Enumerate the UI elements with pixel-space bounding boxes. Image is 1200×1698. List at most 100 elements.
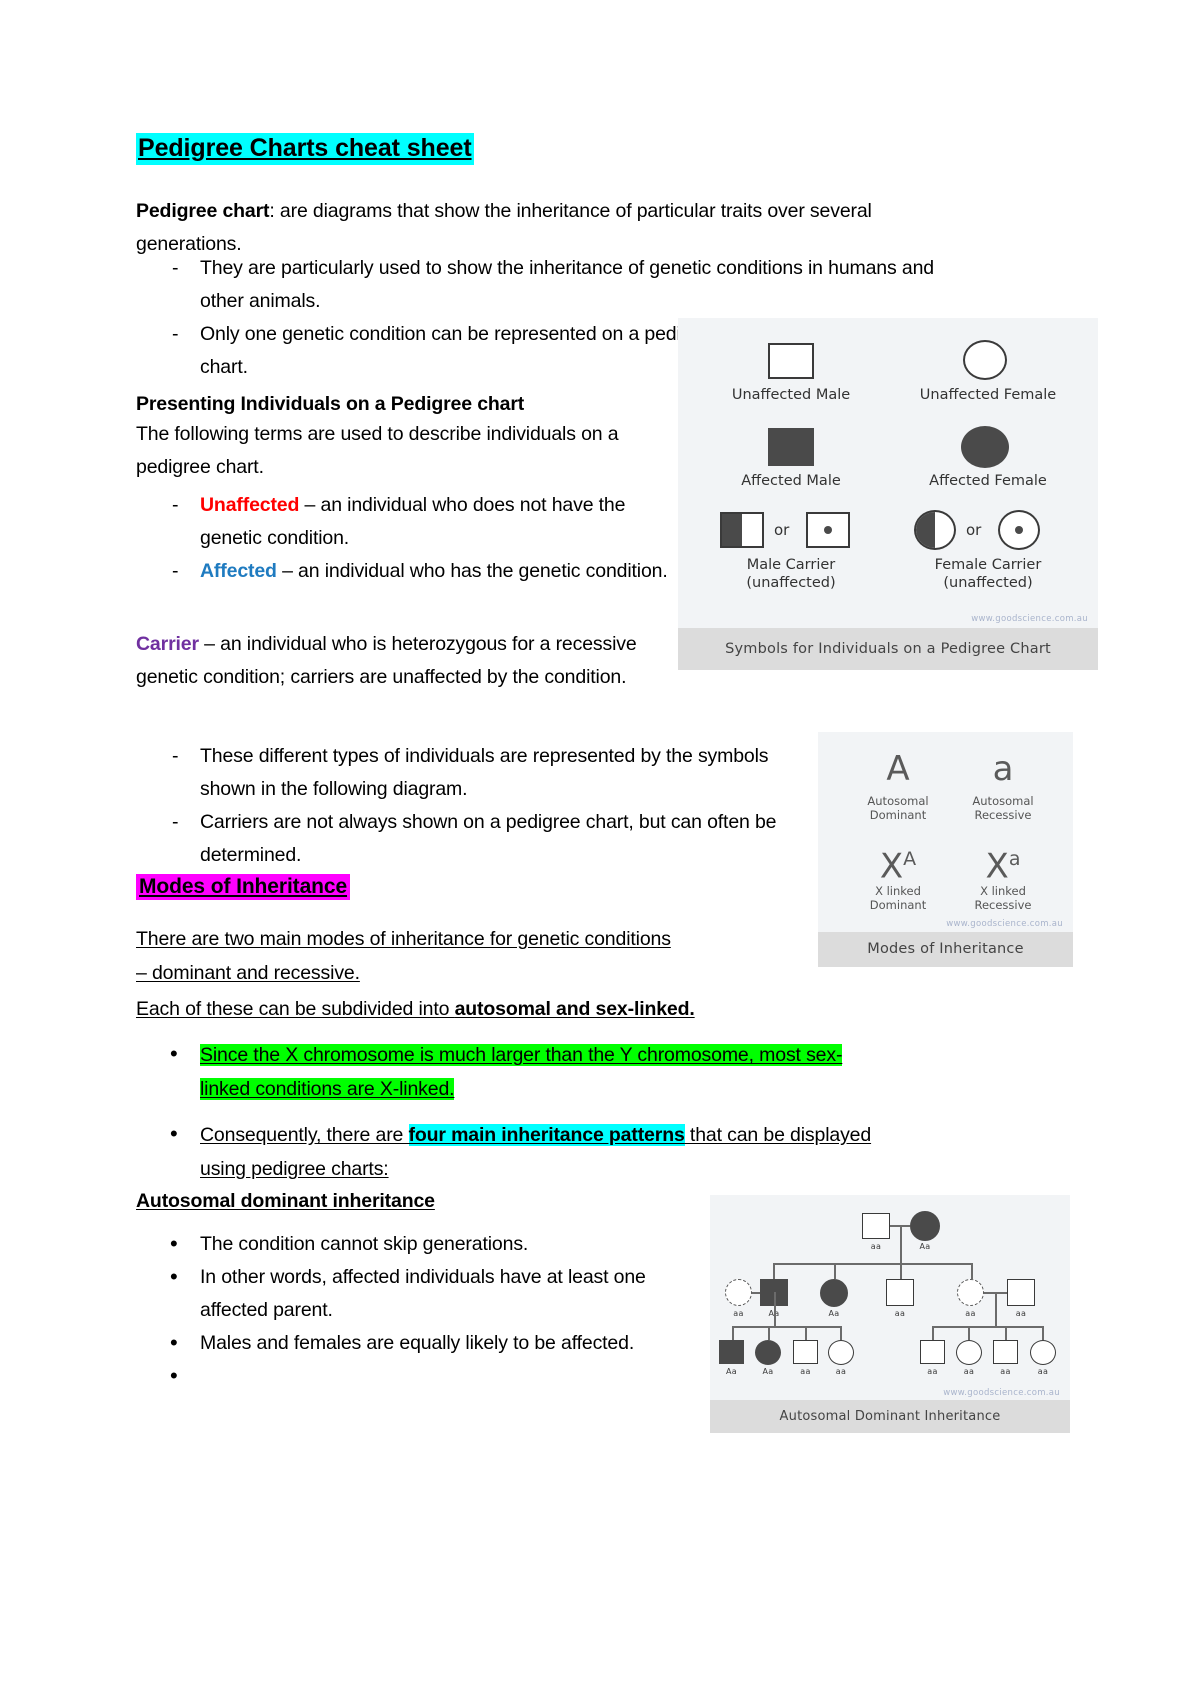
carrier-dot-icon	[824, 526, 832, 534]
female-carrier-or-label: or	[966, 521, 982, 539]
pedigree-drop-g3-4	[840, 1326, 842, 1340]
pedigree-g3-genotype-5: aa	[927, 1367, 938, 1376]
dash-marker: -	[172, 257, 179, 279]
figure-modes-caption: Modes of Inheritance	[818, 932, 1073, 967]
term-carrier: Carrier	[136, 633, 199, 655]
pedigree-g3-6	[956, 1340, 982, 1365]
pedigree-g3-genotype-7: aa	[1000, 1367, 1011, 1376]
allele-label-x-linked-dominant-1: X linked	[875, 884, 921, 898]
allele-letter: a	[992, 749, 1014, 789]
allele-label-x-linked-recessive-2: Recessive	[974, 898, 1032, 912]
pedigree-g2-genotype-4: aa	[894, 1309, 906, 1318]
pedigree-g3-genotype-2: Aa	[762, 1367, 774, 1376]
list-item-text: Males and females are equally likely to …	[200, 1332, 635, 1354]
list-item: • In other words, affected individuals ha…	[136, 1261, 670, 1327]
allele-label-autosomal-recessive-2: Recessive	[974, 808, 1032, 822]
female-carrier-label-line2: (unaffected)	[943, 575, 1033, 591]
unaffected-female-label: Unaffected Female	[919, 387, 1057, 403]
pedigree-g2-genotype-3: Aa	[828, 1309, 840, 1318]
pedigree-drop-g2-b	[834, 1263, 836, 1279]
male-carrier-label-line1: Male Carrier	[746, 557, 836, 573]
autosomal-dominant-bullets: • The condition cannot skip generations. …	[136, 1228, 656, 1388]
affected-male-square-icon	[768, 428, 814, 466]
allele-superscript: a	[1008, 848, 1021, 870]
presenting-intro: The following terms are used to describe…	[136, 423, 619, 478]
modes-subdivision: Each of these can be subdivided into aut…	[136, 993, 836, 1026]
document-page: Pedigree Charts cheat sheet Pedigree cha…	[0, 0, 1200, 1698]
modes-subdivision-pre: Each of these can be subdivided into	[136, 998, 455, 1020]
pedigree-descent-g3-left	[774, 1292, 776, 1326]
pedigree-g3-genotype-4: aa	[835, 1367, 847, 1376]
modes-bullets: • Since the X chromosome is much larger …	[136, 1038, 966, 1186]
bullet-marker: •	[170, 1121, 178, 1146]
figure-symbols: Unaffected Male Unaffected Female Affect…	[678, 318, 1098, 670]
allele-label-autosomal-dominant-2: Dominant	[869, 808, 927, 822]
carrier-dot-icon	[1015, 526, 1023, 534]
allele-label-autosomal-dominant-1: Autosomal	[867, 794, 929, 808]
bullet-x-linked-line2: linked conditions are X-linked.	[200, 1078, 455, 1100]
allele-label-x-linked-recessive-1: X linked	[980, 884, 1026, 898]
pedigree-drop-g2-a	[773, 1263, 775, 1279]
pedigree-g3-2	[755, 1340, 781, 1365]
pedigree-g3-8	[1030, 1340, 1056, 1365]
pedigree-drop-g3-2	[768, 1326, 770, 1340]
pedigree-g3-7	[993, 1340, 1018, 1364]
figure-modes-canvas: A Autosomal Dominant a Autosomal Recessi…	[818, 732, 1073, 932]
pedigree-drop-g3-8	[1042, 1326, 1044, 1340]
figure-modes-of-inheritance: A Autosomal Dominant a Autosomal Recessi…	[818, 732, 1073, 967]
pedigree-g3-5	[920, 1340, 945, 1364]
pedigree-g2-female-affected	[820, 1279, 848, 1307]
allele-glyph-autosomal-dominant: A	[848, 750, 948, 788]
pedigree-g2-male-right	[1007, 1279, 1035, 1306]
pedigree-sibship-line-g3-left	[732, 1326, 840, 1328]
pedigree-g3-1	[719, 1340, 744, 1364]
list-item: • Males and females are equally likely to…	[136, 1327, 670, 1360]
pedigree-drop-g2-c	[900, 1263, 902, 1279]
figure-pedigree-caption: Autosomal Dominant Inheritance	[710, 1400, 1070, 1433]
allele-glyph-autosomal-recessive: a	[953, 750, 1053, 788]
figure-pedigree-canvas: aa Aa aa Aa Aa aa aa aa	[710, 1195, 1070, 1400]
pedigree-g2-genotype-5: aa	[965, 1309, 976, 1318]
figure-symbols-caption: Symbols for Individuals on a Pedigree Ch…	[678, 628, 1098, 670]
list-item-text: Carriers are not always shown on a pedig…	[200, 811, 777, 866]
pedigree-g3-genotype-6: aa	[963, 1367, 975, 1376]
term-unaffected: Unaffected	[200, 494, 300, 516]
term-affected-definition: – an individual who has the genetic cond…	[276, 560, 668, 582]
definition-term: Pedigree chart	[136, 200, 270, 222]
allele-superscript: A	[903, 848, 917, 870]
bullet-x-linked-line1: Since the X chromosome is much larger th…	[200, 1044, 843, 1066]
female-carrier-half-circle-icon	[914, 510, 956, 550]
modes-intro-line2: – dominant and recessive.	[136, 962, 360, 984]
list-item: - They are particularly used to show the …	[136, 252, 966, 318]
allele-letter: X	[985, 846, 1009, 887]
list-item: • Consequently, there are four main inhe…	[136, 1118, 1020, 1186]
pedigree-g3-genotype-3: aa	[800, 1367, 811, 1376]
pedigree-descent-line-g1	[900, 1225, 902, 1263]
allele-label-autosomal-recessive-1: Autosomal	[972, 794, 1034, 808]
term-carrier-definition: – an individual who is heterozygous for …	[136, 633, 637, 688]
figure-autosomal-dominant-pedigree: aa Aa aa Aa Aa aa aa aa	[710, 1195, 1070, 1433]
dash-marker: -	[172, 745, 179, 767]
pedigree-g1-female	[910, 1211, 940, 1241]
pedigree-g2-male-unaffected	[886, 1279, 914, 1306]
bullet-marker: •	[170, 1041, 178, 1066]
modes-subdivision-bold: autosomal and sex-linked.	[454, 998, 695, 1020]
pedigree-g3-genotype-1: Aa	[726, 1367, 737, 1376]
female-carrier-dot-circle-icon	[998, 510, 1040, 550]
affected-male-label: Affected Male	[741, 473, 841, 489]
list-item: - These different types of individuals ar…	[136, 740, 820, 806]
modes-intro: There are two main modes of inheritance …	[136, 922, 796, 990]
allele-label-x-linked-dominant-2: Dominant	[869, 898, 927, 912]
bullet-marker: •	[170, 1363, 178, 1388]
figure-symbols-watermark: www.goodscience.com.au	[971, 614, 1088, 624]
male-carrier-or-label: or	[774, 521, 790, 539]
page-title: Pedigree Charts cheat sheet	[136, 133, 474, 165]
allele-letter: X	[879, 846, 904, 887]
affected-female-circle-icon	[961, 426, 1009, 468]
dash-marker: -	[172, 811, 179, 833]
dash-marker: -	[172, 560, 179, 582]
pedigree-g2-female-carrier-right	[957, 1279, 984, 1306]
dash-marker: -	[172, 323, 179, 345]
bullet-patterns-pre: Consequently, there are	[200, 1124, 409, 1146]
presenting-heading: Presenting Individuals on a Pedigree cha…	[136, 393, 525, 415]
